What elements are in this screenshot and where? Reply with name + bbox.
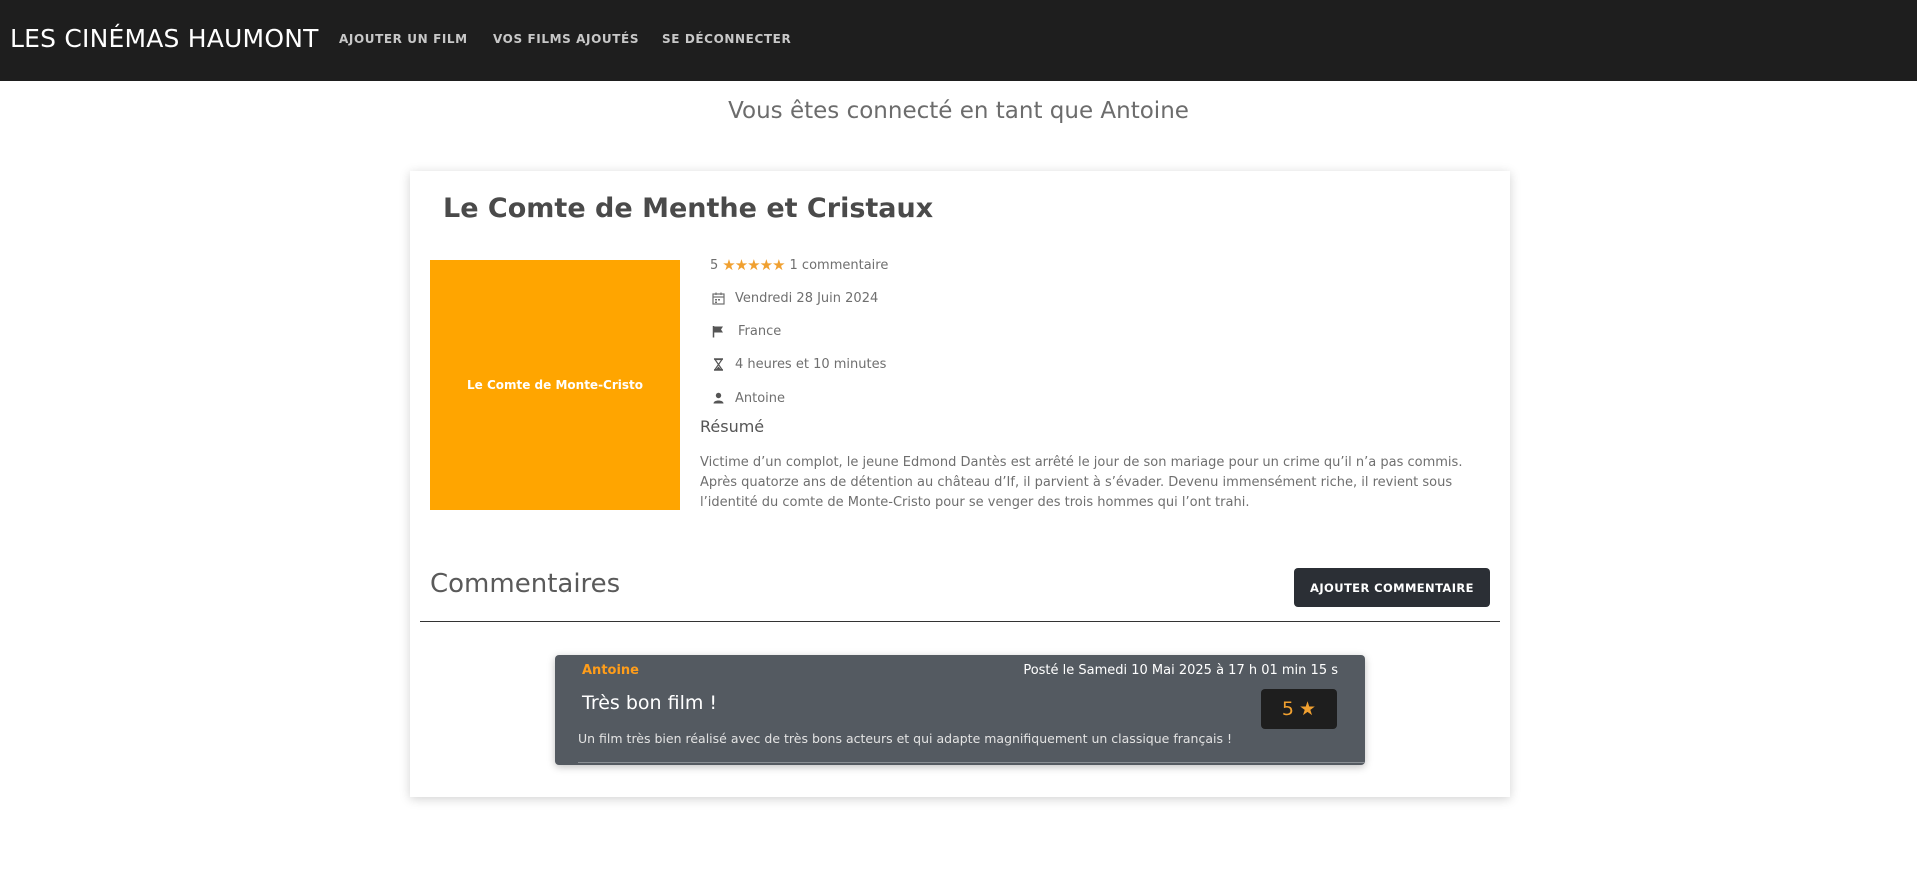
calendar-icon	[710, 290, 726, 306]
divider	[420, 621, 1500, 622]
comment-title: Très bon film !	[582, 692, 718, 714]
poster-text: Le Comte de Monte-Cristo	[466, 378, 644, 392]
country-row: France	[710, 321, 781, 341]
film-poster: Le Comte de Monte-Cristo	[430, 260, 680, 510]
navbar: LES CINÉMAS HAUMONT AJOUTER UN FILM VOS …	[0, 0, 1917, 81]
resume-text: Victime d’un complot, le jeune Edmond Da…	[700, 455, 1463, 510]
film-author: Antoine	[735, 390, 786, 406]
rating-row: 5 ★★★★★ 1 commentaire	[710, 255, 888, 275]
nav-add-film[interactable]: AJOUTER UN FILM	[339, 32, 468, 46]
comment-underline	[578, 762, 1365, 763]
comment-author[interactable]: Antoine	[582, 663, 639, 678]
duration: 4 heures et 10 minutes	[735, 356, 887, 372]
author-row: Antoine	[710, 388, 785, 408]
star-icon: ★	[1299, 698, 1317, 720]
star-icon: ★★★★★	[722, 256, 785, 274]
comments-count: 1 commentaire	[789, 257, 889, 273]
date-row: Vendredi 28 Juin 2024	[710, 288, 878, 308]
film-title: Le Comte de Menthe et Cristaux	[443, 193, 934, 224]
comment-rating-value: 5	[1281, 698, 1295, 720]
film-card: Le Comte de Menthe et Cristaux Le Comte …	[410, 171, 1510, 797]
comment-text: Un film très bien réalisé avec de très b…	[578, 731, 1232, 746]
nav-my-films[interactable]: VOS FILMS AJOUTÉS	[493, 32, 639, 46]
resume-title: Résumé	[700, 417, 765, 436]
comment-card: Antoine Posté le Samedi 10 Mai 2025 à 17…	[555, 655, 1365, 765]
flag-icon	[710, 323, 726, 339]
nav-logout[interactable]: SE DÉCONNECTER	[662, 32, 791, 46]
duration-row: 4 heures et 10 minutes	[710, 354, 886, 374]
comment-date: Posté le Samedi 10 Mai 2025 à 17 h 01 mi…	[1023, 663, 1338, 678]
comments-title: Commentaires	[430, 569, 621, 599]
add-comment-button[interactable]: AJOUTER COMMENTAIRE	[1294, 568, 1490, 607]
release-date: Vendredi 28 Juin 2024	[735, 290, 879, 306]
country: France	[738, 323, 782, 339]
user-icon	[710, 390, 726, 406]
brand-logo[interactable]: LES CINÉMAS HAUMONT	[10, 24, 319, 53]
comment-rating-badge: 5 ★	[1261, 689, 1337, 729]
rating-value: 5	[710, 257, 719, 273]
hourglass-icon	[710, 356, 726, 372]
welcome-message: Vous êtes connecté en tant que Antoine	[728, 98, 1189, 124]
